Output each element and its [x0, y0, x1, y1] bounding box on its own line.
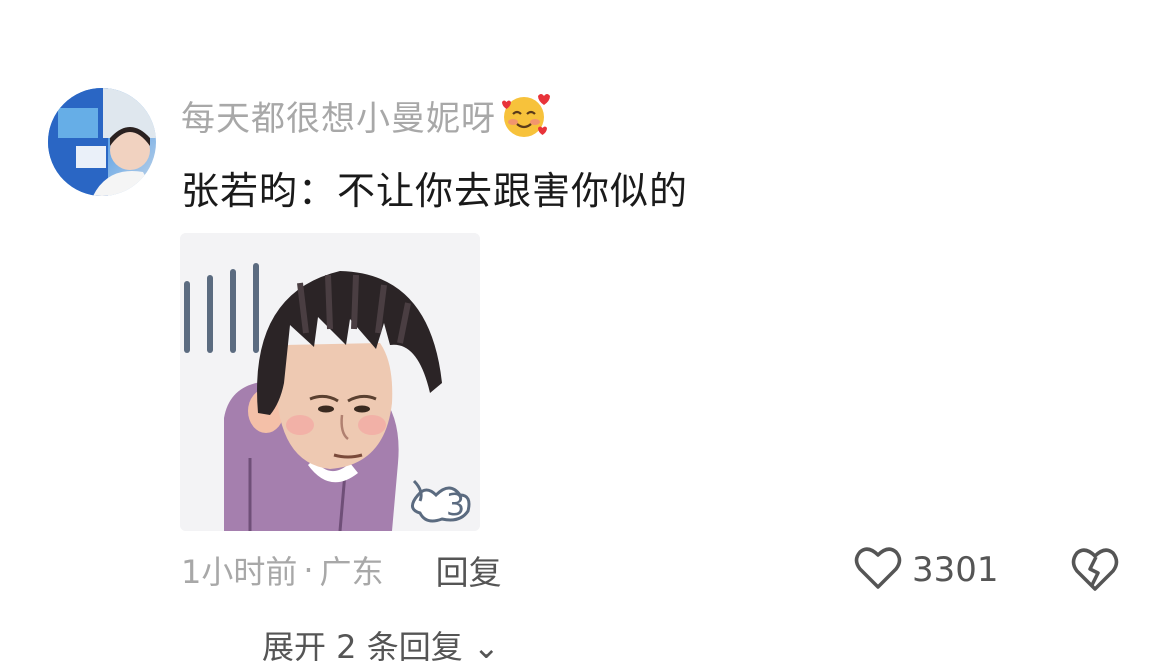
dislike-button[interactable]	[1070, 545, 1120, 595]
username-row: 每天都很想小曼妮呀	[181, 88, 550, 142]
like-button[interactable]: 3301	[854, 545, 999, 595]
username[interactable]: 每天都很想小曼妮呀	[181, 91, 496, 140]
avatar[interactable]	[48, 88, 156, 196]
timestamp: 1小时前	[181, 553, 298, 591]
smiling-face-with-hearts-icon	[500, 90, 550, 140]
expand-replies-button[interactable]: 展开 2 条回复 ⌄	[262, 622, 500, 668]
broken-heart-icon	[1070, 548, 1120, 597]
sticker-image[interactable]: 3	[180, 233, 480, 531]
comment-text: 张若昀：不让你去跟害你似的	[181, 169, 689, 213]
like-count: 3301	[912, 550, 999, 590]
svg-text:3: 3	[446, 488, 465, 523]
comment-item: 每天都很想小曼妮呀 张若昀：不让你去跟害你似的 3 1小时前 · 广东 回复 3…	[0, 0, 1170, 666]
reply-button[interactable]: 回复	[436, 546, 502, 594]
comment-meta: 1小时前 · 广东 回复	[181, 548, 502, 592]
heart-icon	[854, 546, 902, 594]
location: 广东	[319, 553, 384, 591]
meta-separator: ·	[303, 551, 314, 589]
